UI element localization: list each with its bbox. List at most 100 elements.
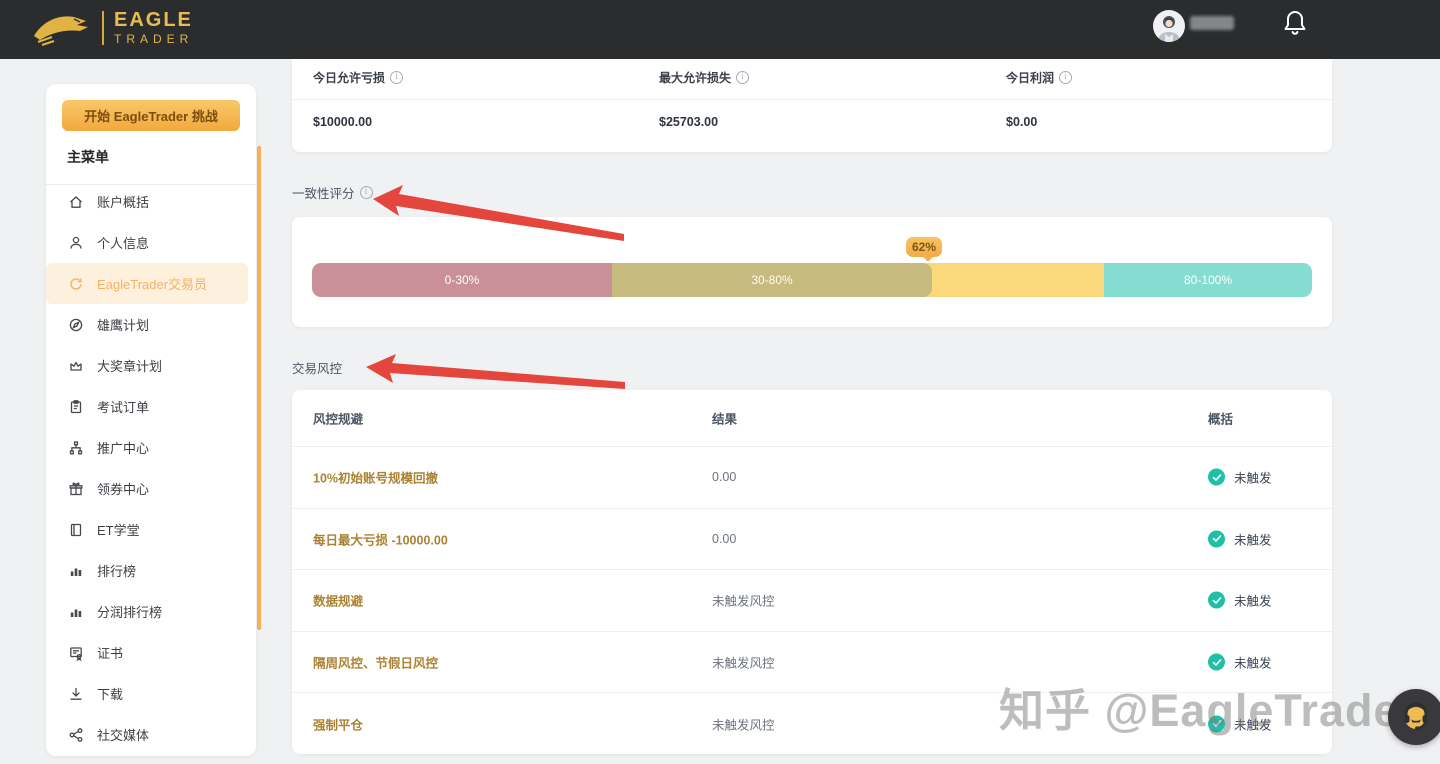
sidebar-item-eagletrader-trader[interactable]: EagleTrader交易员 xyxy=(46,263,248,304)
brand-logo[interactable]: EAGLE TRADER xyxy=(28,6,193,50)
column-header-summary: 概括 xyxy=(1208,409,1233,428)
sidebar-item-label: 个人信息 xyxy=(97,233,149,252)
brand-name-top: EAGLE xyxy=(114,10,193,31)
rule-name: 每日最大亏损 -10000.00 xyxy=(313,529,448,548)
bar-chart-icon xyxy=(67,562,84,579)
consistency-segment-0-30: 0-30% xyxy=(312,263,612,297)
notification-bell-icon[interactable] xyxy=(1282,8,1308,38)
sidebar: 开始 EagleTrader 挑战 主菜单 账户概括 个人信息 EagleTra… xyxy=(46,84,256,756)
sidebar-item-certificate[interactable]: 证书 xyxy=(46,632,256,673)
rule-summary: 未触发 xyxy=(1208,653,1272,672)
check-circle-icon xyxy=(1208,592,1225,609)
sidebar-item-profit-leaderboard[interactable]: 分润排行榜 xyxy=(46,591,256,632)
download-icon xyxy=(67,685,84,702)
rule-result: 0.00 xyxy=(712,470,736,484)
sidebar-item-et-academy[interactable]: ET学堂 xyxy=(46,509,256,550)
sidebar-item-label: 排行榜 xyxy=(97,561,136,580)
info-icon[interactable] xyxy=(390,71,403,84)
info-icon[interactable] xyxy=(736,71,749,84)
sidebar-item-label: EagleTrader交易员 xyxy=(97,274,207,293)
stat-label: 今日利润 xyxy=(1006,69,1072,86)
column-header-result: 结果 xyxy=(712,409,737,428)
bar-chart-icon xyxy=(67,603,84,620)
stat-value-max-allowed-loss: $25703.00 xyxy=(659,115,718,129)
sidebar-item-label: 下载 xyxy=(97,684,123,703)
rule-summary: 未触发 xyxy=(1208,591,1272,610)
consistency-segment-30-80-filled: 30-80% xyxy=(612,263,932,297)
status-text: 未触发 xyxy=(1234,529,1272,548)
clipboard-icon xyxy=(67,398,84,415)
table-row[interactable]: 每日最大亏损 -10000.00 0.00 未触发 xyxy=(292,509,1332,571)
crown-icon xyxy=(67,357,84,374)
stat-value-daily-allowed-loss: $10000.00 xyxy=(313,115,372,129)
customer-support-button[interactable] xyxy=(1388,689,1440,745)
sidebar-scrollbar[interactable] xyxy=(257,146,261,630)
stat-label: 最大允许损失 xyxy=(659,69,749,86)
sidebar-item-leaderboard[interactable]: 排行榜 xyxy=(46,550,256,591)
sidebar-item-medal-plan[interactable]: 大奖章计划 xyxy=(46,345,256,386)
info-icon[interactable] xyxy=(360,186,373,199)
sidebar-item-eagle-plan[interactable]: 雄鹰计划 xyxy=(46,304,256,345)
avatar-person-icon xyxy=(1153,10,1185,42)
status-text: 未触发 xyxy=(1234,653,1272,672)
stat-label: 今日允许亏损 xyxy=(313,69,403,86)
sidebar-item-label: 雄鹰计划 xyxy=(97,315,149,334)
sidebar-item-coupon-center[interactable]: 领券中心 xyxy=(46,468,256,509)
status-text: 未触发 xyxy=(1234,468,1272,487)
headset-icon xyxy=(1399,700,1433,734)
sidebar-item-label: 考试订单 xyxy=(97,397,149,416)
sidebar-item-personal-info[interactable]: 个人信息 xyxy=(46,222,256,263)
status-text: 未触发 xyxy=(1234,591,1272,610)
book-icon xyxy=(67,521,84,538)
table-row[interactable]: 数据规避 未触发风控 未触发 xyxy=(292,570,1332,632)
sidebar-item-label: 领券中心 xyxy=(97,479,149,498)
user-icon xyxy=(67,234,84,251)
rule-name: 数据规避 xyxy=(313,591,363,610)
start-challenge-button[interactable]: 开始 EagleTrader 挑战 xyxy=(62,100,240,131)
stats-divider xyxy=(292,99,1332,100)
share-icon xyxy=(67,726,84,743)
consistency-marker-badge: 62% xyxy=(906,237,942,257)
sidebar-item-label: 证书 xyxy=(97,643,123,662)
stat-value-daily-profit: $0.00 xyxy=(1006,115,1037,129)
compass-icon xyxy=(67,316,84,333)
sidebar-menu: 账户概括 个人信息 EagleTrader交易员 雄鹰计划 大奖章计划 考试订单 xyxy=(46,181,256,755)
sidebar-item-label: 社交媒体 xyxy=(97,725,149,744)
home-icon xyxy=(67,193,84,210)
sidebar-item-social-media[interactable]: 社交媒体 xyxy=(46,714,256,755)
brand-name-bottom: TRADER xyxy=(114,33,193,46)
info-icon[interactable] xyxy=(1059,71,1072,84)
table-row[interactable]: 10%初始账号规模回撤 0.00 未触发 xyxy=(292,447,1332,509)
sidebar-item-download[interactable]: 下载 xyxy=(46,673,256,714)
watermark-text: 知乎 @EagleTrader xyxy=(999,674,1418,739)
app-root: EAGLE TRADER 开始 EagleTrader 挑战 主菜单 xyxy=(0,0,1440,764)
consistency-score-title: 一致性评分 xyxy=(292,183,373,202)
rule-result: 未触发风控 xyxy=(712,714,775,733)
sidebar-item-label: 分润排行榜 xyxy=(97,602,162,621)
username-blurred[interactable] xyxy=(1190,16,1234,30)
logo-divider xyxy=(102,11,104,45)
user-avatar[interactable] xyxy=(1153,10,1185,42)
sidebar-item-promotion-center[interactable]: 推广中心 xyxy=(46,427,256,468)
rule-summary: 未触发 xyxy=(1208,529,1272,548)
check-circle-icon xyxy=(1208,654,1225,671)
sidebar-item-label: 大奖章计划 xyxy=(97,356,162,375)
sidebar-item-exam-orders[interactable]: 考试订单 xyxy=(46,386,256,427)
gift-icon xyxy=(67,480,84,497)
consistency-score-card: 62% 0-30% 30-80% 80-100% xyxy=(292,217,1332,327)
sidebar-item-label: 推广中心 xyxy=(97,438,149,457)
sidebar-item-account-overview[interactable]: 账户概括 xyxy=(46,181,256,222)
rule-name: 隔周风控、节假日风控 xyxy=(313,653,438,672)
consistency-segment-80-100: 80-100% xyxy=(1104,263,1312,297)
rule-name: 10%初始账号规模回撤 xyxy=(313,468,438,487)
certificate-icon xyxy=(67,644,84,661)
sitemap-icon xyxy=(67,439,84,456)
check-circle-icon xyxy=(1208,530,1225,547)
red-arrow-risk xyxy=(366,354,625,389)
rule-result: 0.00 xyxy=(712,532,736,546)
sidebar-item-label: ET学堂 xyxy=(97,520,140,539)
eagle-logo-icon xyxy=(28,6,92,50)
consistency-bar: 0-30% 30-80% 80-100% xyxy=(312,263,1312,297)
daily-stats-card: 今日允许亏损 最大允许损失 今日利润 $10000.00 $25703.00 $… xyxy=(292,59,1332,152)
consistency-segment-30-80-remaining xyxy=(924,263,1104,297)
